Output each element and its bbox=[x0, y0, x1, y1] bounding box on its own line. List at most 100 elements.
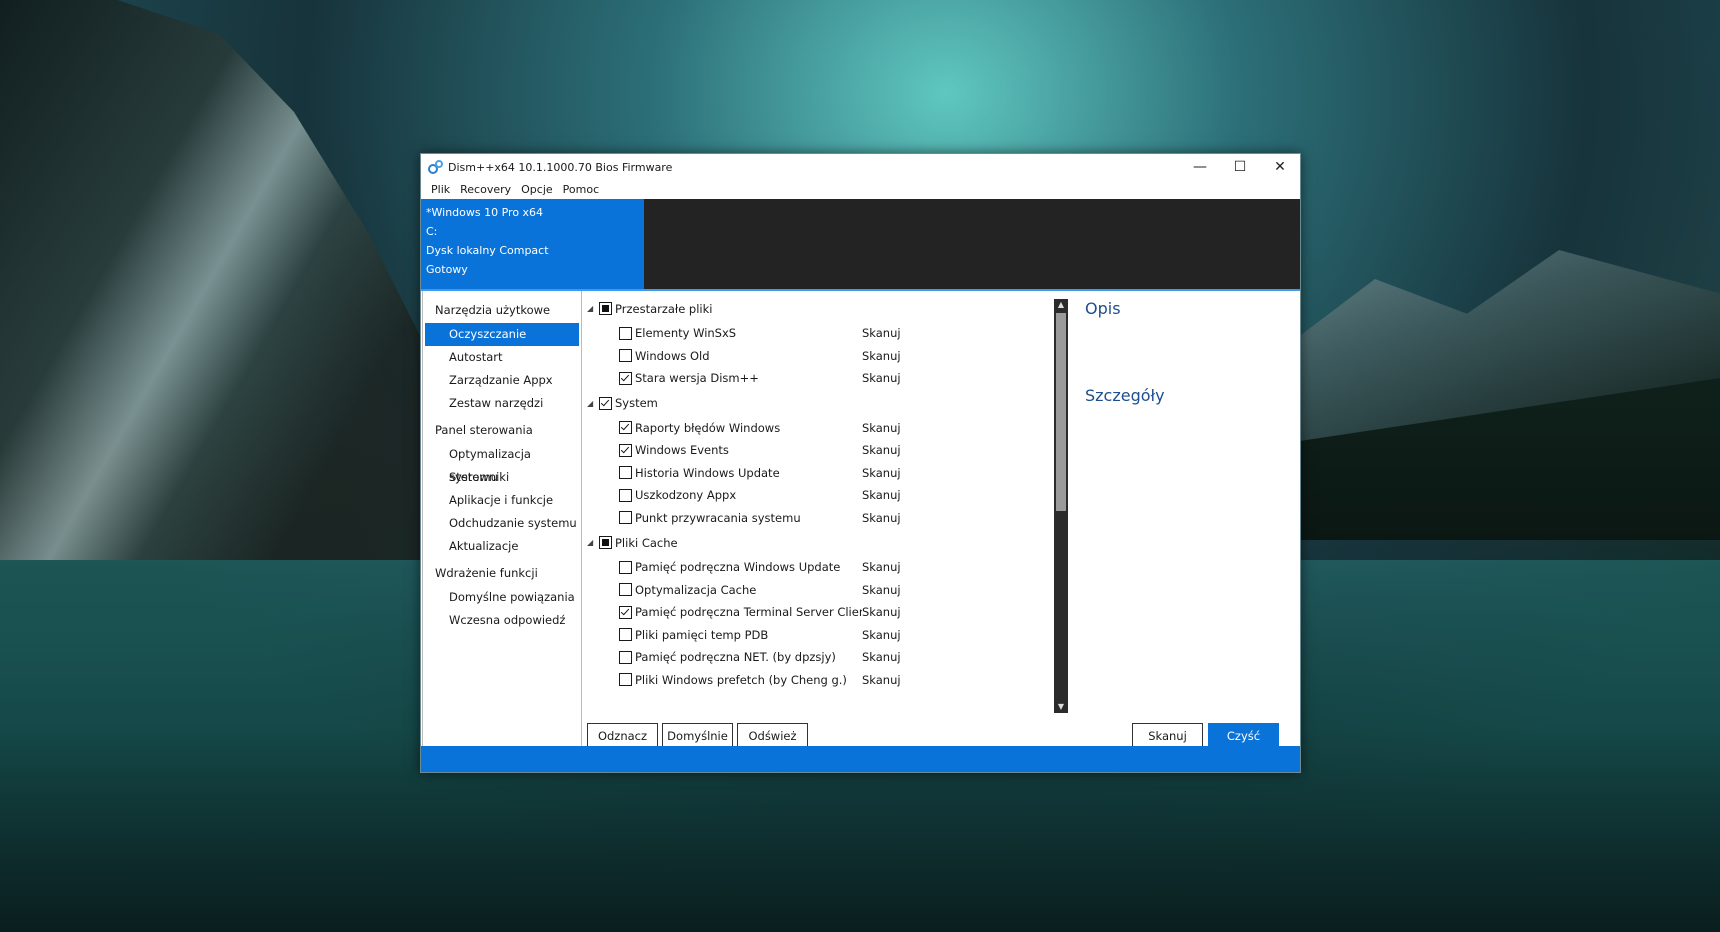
window-title: Dism++x64 10.1.1000.70 Bios Firmware bbox=[448, 160, 673, 174]
list-item[interactable]: Pliki pamięci temp PDB Skanuj bbox=[582, 624, 1052, 647]
list-item[interactable]: Uszkodzony Appx Skanuj bbox=[582, 484, 1052, 507]
list-item[interactable]: Raporty błędów Windows Skanuj bbox=[582, 417, 1052, 440]
sidebar-item-toolkit[interactable]: Zestaw narzędzi bbox=[425, 392, 579, 415]
item-checkbox[interactable] bbox=[619, 466, 632, 480]
item-scan-link[interactable]: Skanuj bbox=[862, 673, 901, 687]
collapse-arrow-icon[interactable]: ◢ bbox=[587, 538, 599, 547]
sidebar-item-optimization[interactable]: Optymalizacja systemu bbox=[425, 443, 579, 484]
item-checkbox[interactable] bbox=[619, 488, 632, 502]
category-row[interactable]: ◢ Pliki Cache bbox=[582, 529, 1052, 556]
list-buttons: Odznacz Domyślnie Odśwież bbox=[587, 723, 808, 748]
sidebar-item-slimming[interactable]: Odchudzanie systemu bbox=[425, 512, 579, 535]
item-scan-link[interactable]: Skanuj bbox=[862, 421, 901, 435]
item-label: Windows Events bbox=[635, 443, 729, 458]
item-scan-link[interactable]: Skanuj bbox=[862, 511, 901, 525]
category-row[interactable]: ◢ Przestarzałe pliki bbox=[582, 295, 1052, 322]
item-scan-link[interactable]: Skanuj bbox=[862, 560, 901, 574]
defaults-button[interactable]: Domyślnie bbox=[662, 723, 733, 748]
list-item[interactable]: Windows Old Skanuj bbox=[582, 345, 1052, 368]
refresh-button[interactable]: Odśwież bbox=[737, 723, 808, 748]
collapse-arrow-icon[interactable]: ◢ bbox=[587, 399, 599, 408]
close-button[interactable]: ✕ bbox=[1260, 154, 1300, 180]
category-label: Przestarzałe pliki bbox=[615, 301, 713, 316]
item-scan-link[interactable]: Skanuj bbox=[862, 349, 901, 363]
list-item[interactable]: Windows Events Skanuj bbox=[582, 439, 1052, 462]
clean-button[interactable]: Czyść bbox=[1208, 723, 1279, 748]
sidebar-item-drivers[interactable]: Sterowniki bbox=[425, 466, 579, 489]
sidebar-item-autostart[interactable]: Autostart bbox=[425, 346, 579, 369]
item-checkbox[interactable] bbox=[619, 326, 632, 340]
item-scan-link[interactable]: Skanuj bbox=[862, 583, 901, 597]
category-label: System bbox=[615, 396, 658, 410]
disk-name: Dysk lokalny Compact bbox=[426, 244, 549, 257]
menu-bar: Plik Recovery Opcje Pomoc bbox=[421, 180, 1300, 199]
list-item[interactable]: Elementy WinSxS Skanuj bbox=[582, 322, 1052, 345]
maximize-button[interactable]: ☐ bbox=[1220, 154, 1260, 180]
scroll-down-icon[interactable]: ▼ bbox=[1054, 701, 1068, 713]
item-label: Historia Windows Update bbox=[635, 465, 780, 480]
list-item[interactable]: Pamięć podręczna Terminal Server Client … bbox=[582, 601, 1052, 624]
item-scan-link[interactable]: Skanuj bbox=[862, 605, 901, 619]
sidebar-item-default-assoc[interactable]: Domyślne powiązania bbox=[425, 586, 579, 609]
drive-letter: C: bbox=[426, 225, 438, 238]
list-scrollbar[interactable]: ▲ ▼ bbox=[1054, 299, 1068, 713]
collapse-arrow-icon[interactable]: ◢ bbox=[587, 304, 599, 313]
session-info[interactable]: *Windows 10 Pro x64 C: Dysk lokalny Comp… bbox=[421, 199, 644, 289]
category-row[interactable]: ◢ System bbox=[582, 390, 1052, 417]
title-bar[interactable]: Dism++x64 10.1.1000.70 Bios Firmware — ☐… bbox=[421, 154, 1300, 180]
item-label: Uszkodzony Appx bbox=[635, 488, 737, 503]
item-checkbox[interactable] bbox=[619, 583, 632, 597]
list-item[interactable]: Pliki Windows prefetch (by Cheng g.) Ska… bbox=[582, 669, 1052, 692]
item-scan-link[interactable]: Skanuj bbox=[862, 443, 901, 457]
sidebar-item-cleanup[interactable]: Oczyszczanie bbox=[425, 323, 579, 346]
sidebar: Narzędzia użytkowe Oczyszczanie Autostar… bbox=[422, 291, 582, 754]
menu-plik[interactable]: Plik bbox=[426, 183, 455, 196]
category-checkbox[interactable] bbox=[599, 396, 612, 410]
sidebar-item-appx[interactable]: Zarządzanie Appx bbox=[425, 369, 579, 392]
list-item[interactable]: Optymalizacja Cache Skanuj bbox=[582, 579, 1052, 602]
sidebar-group-deployment: Wdrażenie funkcji bbox=[435, 566, 538, 580]
item-label: Stara wersja Dism++ bbox=[635, 371, 759, 386]
item-checkbox[interactable] bbox=[619, 511, 632, 525]
scroll-up-icon[interactable]: ▲ bbox=[1054, 299, 1068, 311]
category-checkbox[interactable] bbox=[599, 302, 612, 315]
item-scan-link[interactable]: Skanuj bbox=[862, 371, 901, 385]
menu-opcje[interactable]: Opcje bbox=[516, 183, 558, 196]
item-checkbox[interactable] bbox=[619, 371, 632, 385]
item-label: Optymalizacja Cache bbox=[635, 582, 757, 597]
sidebar-item-early-response[interactable]: Wczesna odpowiedź bbox=[425, 609, 579, 632]
list-item[interactable]: Pamięć podręczna NET. (by dpzsjy) Skanuj bbox=[582, 646, 1052, 669]
item-checkbox[interactable] bbox=[619, 443, 632, 457]
list-item[interactable]: Stara wersja Dism++ Skanuj bbox=[582, 367, 1052, 390]
item-scan-link[interactable]: Skanuj bbox=[862, 650, 901, 664]
item-label: Pamięć podręczna NET. (by dpzsjy) bbox=[635, 650, 836, 665]
main-body: Narzędzia użytkowe Oczyszczanie Autostar… bbox=[421, 291, 1300, 754]
description-heading: Opis bbox=[1085, 299, 1121, 318]
scan-button[interactable]: Skanuj bbox=[1132, 723, 1203, 748]
item-checkbox[interactable] bbox=[619, 605, 632, 619]
item-scan-link[interactable]: Skanuj bbox=[862, 466, 901, 480]
item-label: Pliki pamięci temp PDB bbox=[635, 627, 769, 642]
sidebar-item-apps[interactable]: Aplikacje i funkcje bbox=[425, 489, 579, 512]
item-checkbox[interactable] bbox=[619, 560, 632, 574]
menu-recovery[interactable]: Recovery bbox=[455, 183, 516, 196]
sidebar-item-updates[interactable]: Aktualizacje bbox=[425, 535, 579, 558]
item-scan-link[interactable]: Skanuj bbox=[862, 488, 901, 502]
item-scan-link[interactable]: Skanuj bbox=[862, 628, 901, 642]
gears-icon bbox=[428, 160, 443, 174]
item-checkbox[interactable] bbox=[619, 349, 632, 363]
scroll-thumb[interactable] bbox=[1056, 313, 1066, 511]
item-checkbox[interactable] bbox=[619, 673, 632, 687]
uncheck-button[interactable]: Odznacz bbox=[587, 723, 658, 748]
category-checkbox[interactable] bbox=[599, 536, 612, 549]
menu-pomoc[interactable]: Pomoc bbox=[558, 183, 604, 196]
list-item[interactable]: Pamięć podręczna Windows Update Skanuj bbox=[582, 556, 1052, 579]
list-item[interactable]: Historia Windows Update Skanuj bbox=[582, 462, 1052, 485]
item-checkbox[interactable] bbox=[619, 650, 632, 664]
minimize-button[interactable]: — bbox=[1180, 154, 1220, 180]
item-checkbox[interactable] bbox=[619, 421, 632, 435]
list-item[interactable]: Punkt przywracania systemu Skanuj bbox=[582, 507, 1052, 530]
item-checkbox[interactable] bbox=[619, 628, 632, 642]
item-label: Pliki Windows prefetch (by Cheng g.) bbox=[635, 672, 847, 687]
item-scan-link[interactable]: Skanuj bbox=[862, 326, 901, 340]
